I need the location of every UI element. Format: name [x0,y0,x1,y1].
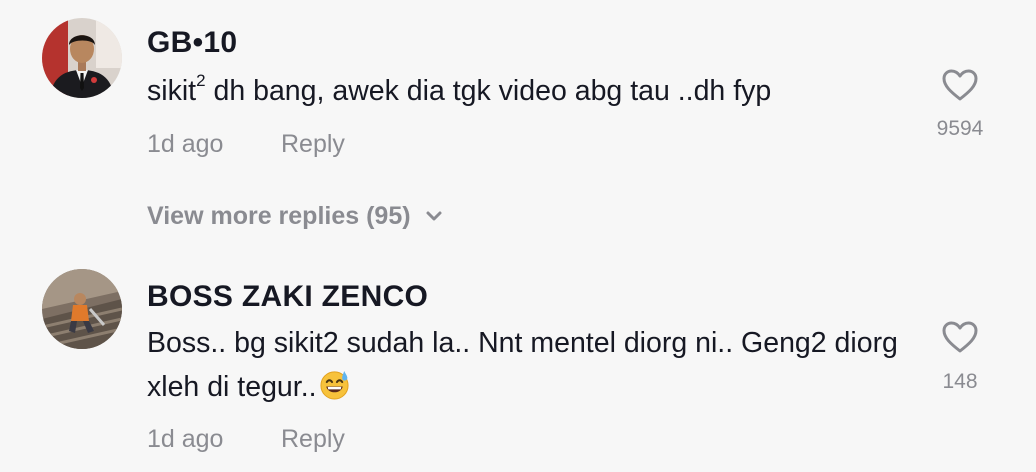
comment-time: 1d ago [147,130,224,158]
comment-text-superscript: 2 [196,71,206,90]
comment-text: Boss.. bg sikit2 sudah la.. Nnt mentel d… [147,321,907,409]
grinning-face-with-sweat-icon [319,369,350,400]
comment-username[interactable]: GB•10 [147,26,237,60]
heart-icon [941,320,979,354]
comment-text-part: sikit [147,75,197,107]
chevron-down-icon [423,205,445,227]
like-button[interactable]: 9594 [920,68,1000,141]
heart-icon [941,68,979,102]
reply-button[interactable]: Reply [281,425,345,453]
comment-meta: 1d ago Reply [147,130,345,159]
avatar-image [42,269,122,349]
avatar-image [42,18,122,98]
comment-time: 1d ago [147,425,224,453]
reply-button[interactable]: Reply [281,130,345,158]
comment-username[interactable]: BOSS ZAKI ZENCO [147,280,428,314]
like-count: 148 [942,370,978,393]
avatar[interactable] [42,269,122,349]
comment-meta: 1d ago Reply [147,425,345,454]
view-more-replies-button[interactable]: View more replies (95) [147,202,445,231]
comment-text-part: dh bang, awek dia tgk video abg tau ..dh… [205,75,772,107]
like-button[interactable]: 148 [920,320,1000,394]
comment-text: sikit2 dh bang, awek dia tgk video abg t… [147,69,907,113]
comment-item: BOSS ZAKI ZENCO Boss.. bg sikit2 sudah l… [0,250,1036,472]
like-count: 9594 [936,117,984,140]
avatar[interactable] [42,18,122,98]
view-more-replies-label: View more replies (95) [147,202,411,230]
comment-item: GB•10 sikit2 dh bang, awek dia tgk video… [0,0,1036,250]
comment-text-part: Boss.. bg sikit2 sudah la.. Nnt mentel d… [147,327,898,403]
